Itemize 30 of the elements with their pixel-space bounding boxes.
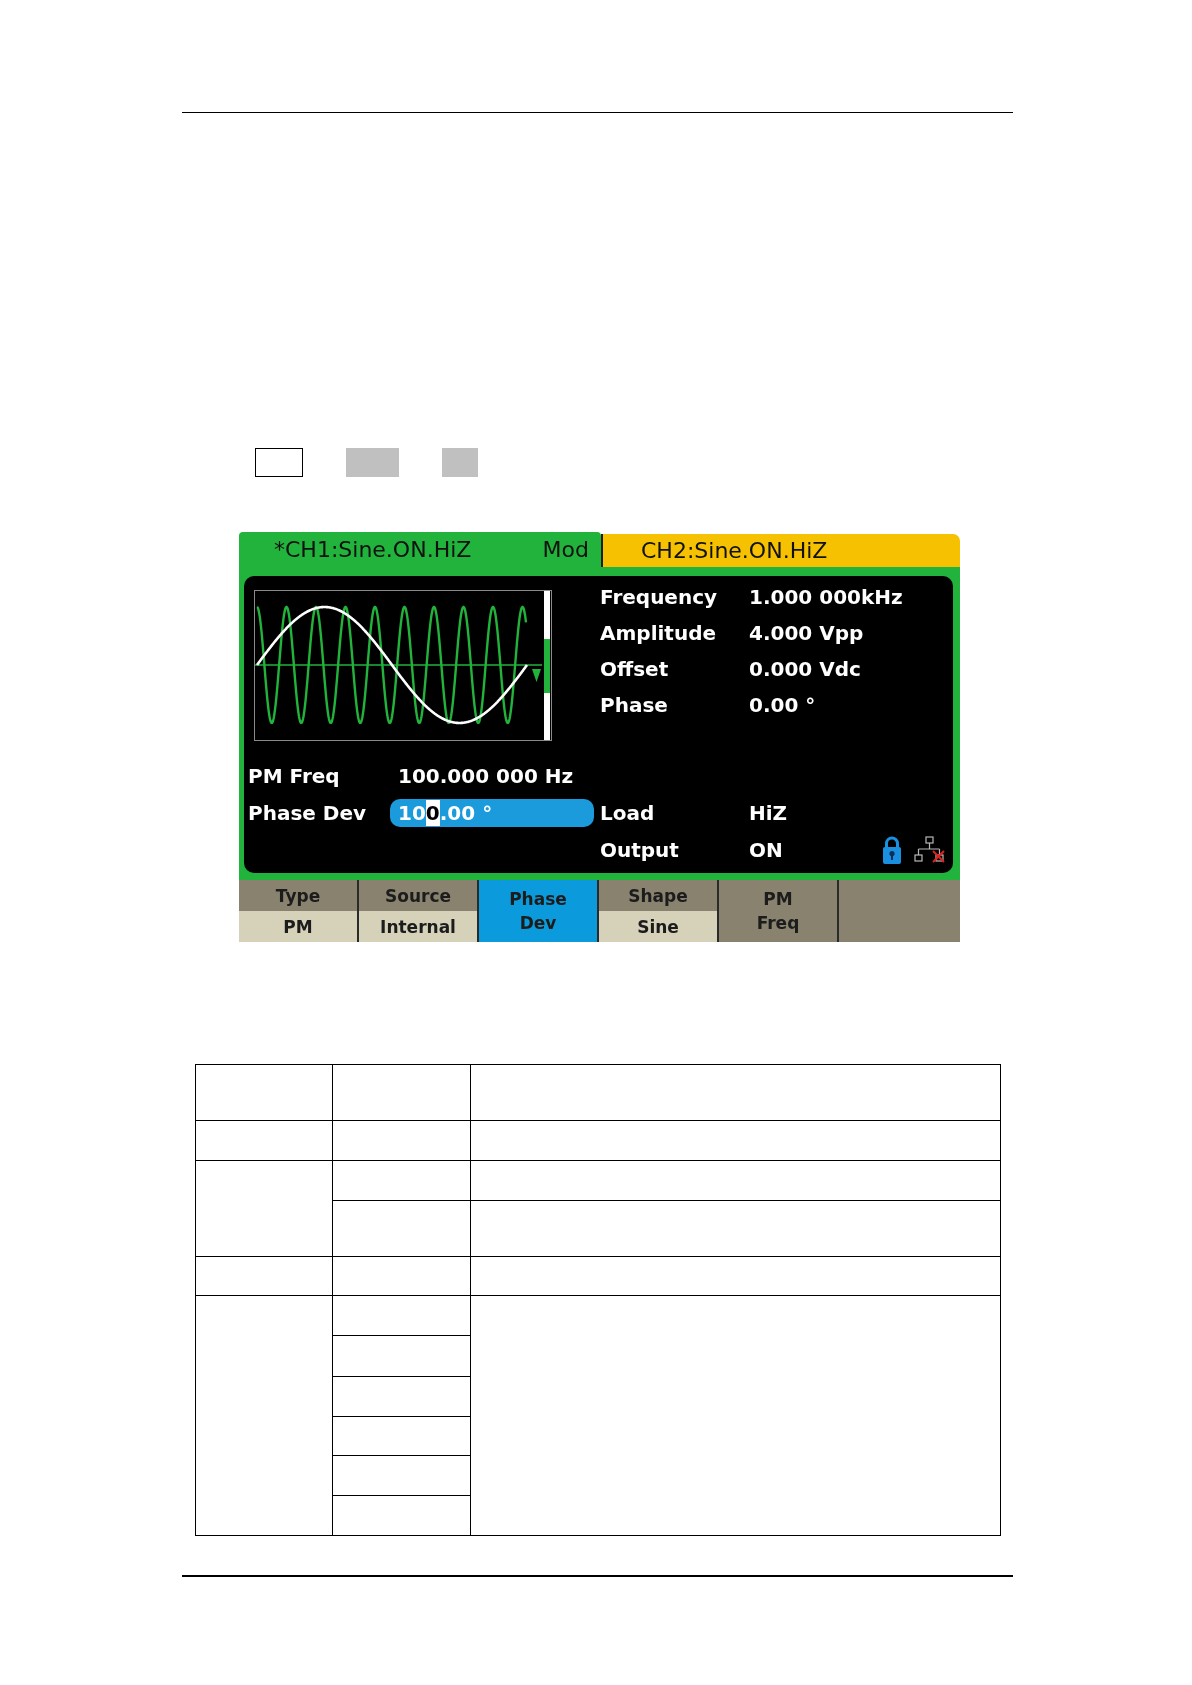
mode-label: Mod — [542, 535, 589, 564]
status-label: Load — [600, 799, 656, 827]
parameter-label: Offset — [600, 656, 670, 683]
text-cursor: 0 — [425, 799, 440, 826]
marker-icon — [532, 669, 541, 682]
parameter-value: 0.000 Vdc — [749, 656, 861, 683]
softkey-button[interactable]: Shape Sine — [599, 880, 719, 942]
parameter-label: PM Freq — [248, 762, 341, 790]
network-disconnected-icon — [914, 836, 945, 863]
parameter-value: 4.000 Vpp — [749, 620, 864, 647]
parameter-label: Frequency — [600, 584, 719, 611]
parameter-value: 0.00 ° — [749, 692, 816, 719]
parameter-value: 1.000 000kHz — [749, 584, 903, 611]
softkey-button[interactable]: Phase Dev — [479, 880, 599, 942]
status-value: HiZ — [749, 799, 788, 827]
padlock-icon — [882, 835, 902, 864]
input-field[interactable]: 100.00 ° — [390, 798, 594, 827]
parameter-label: Phase — [600, 692, 669, 719]
status-label: Output — [600, 836, 680, 864]
parameter-label: Amplitude — [600, 620, 718, 647]
outlined-key-icon — [255, 448, 303, 477]
shaded-key-icon — [442, 448, 478, 477]
shaded-key-icon — [346, 448, 399, 477]
softkey-button[interactable]: Source Internal — [359, 880, 479, 942]
status-value: ON — [749, 836, 783, 864]
softkey-button[interactable]: Type PM — [239, 880, 359, 942]
channel-label: *CH1:Sine.ON.HiZ — [274, 535, 472, 564]
channel-label: CH2:Sine.ON.HiZ — [641, 536, 828, 565]
parameter-value: 100.000 000 Hz — [397, 762, 575, 790]
parameter-label: Phase Dev — [248, 799, 368, 827]
